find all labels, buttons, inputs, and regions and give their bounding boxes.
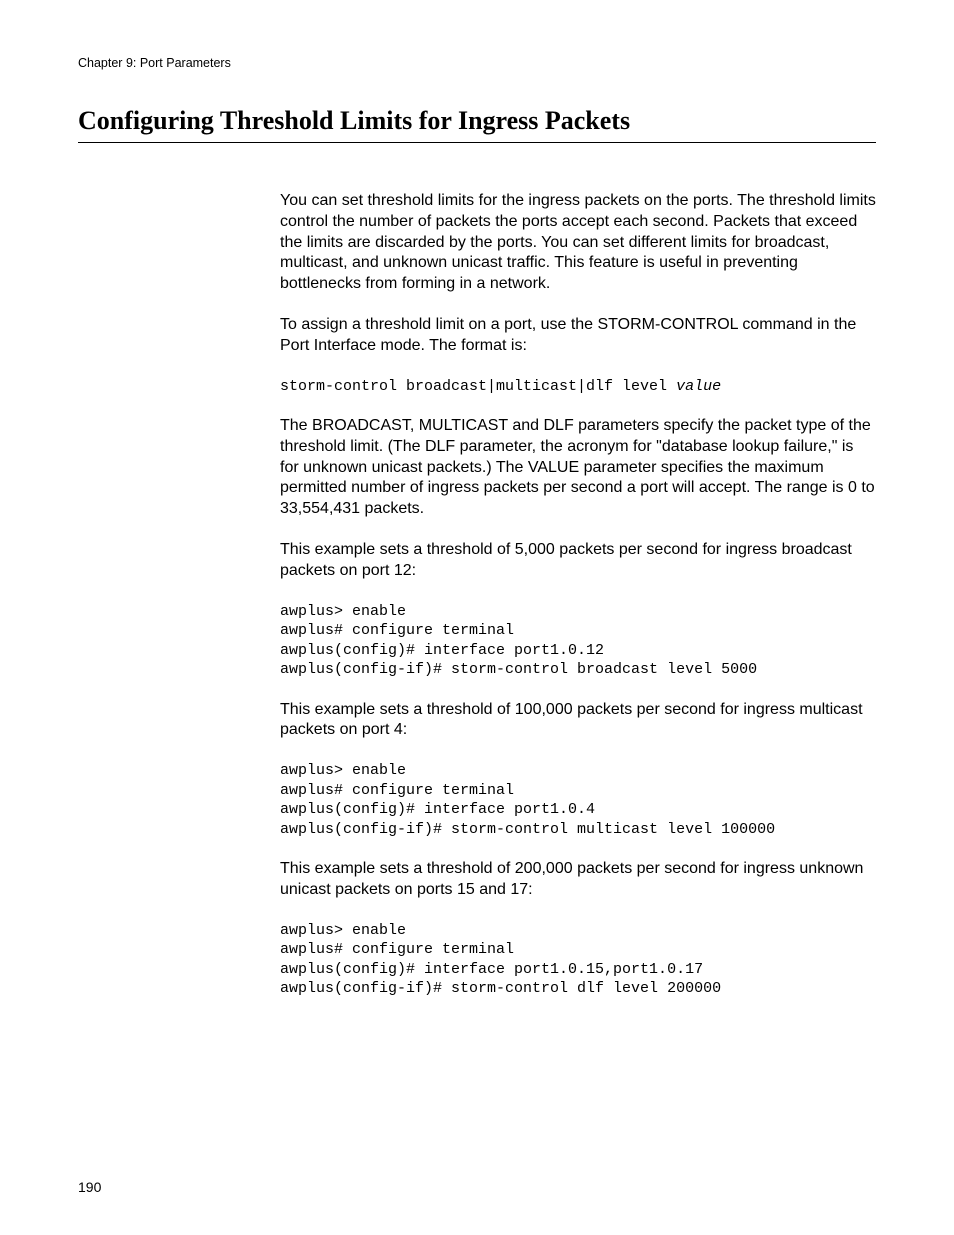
section-title: Configuring Threshold Limits for Ingress…	[78, 106, 876, 143]
example2-code: awplus> enable awplus# configure termina…	[280, 761, 876, 839]
body-content: You can set threshold limits for the ing…	[280, 191, 876, 999]
paragraph-usage: To assign a threshold limit on a port, u…	[280, 315, 876, 357]
syntax-fixed: storm-control broadcast|multicast|dlf le…	[280, 378, 676, 395]
syntax-line: storm-control broadcast|multicast|dlf le…	[280, 377, 876, 397]
example1-code: awplus> enable awplus# configure termina…	[280, 602, 876, 680]
syntax-value: value	[676, 378, 721, 395]
paragraph-example3-intro: This example sets a threshold of 200,000…	[280, 859, 876, 901]
example3-code: awplus> enable awplus# configure termina…	[280, 921, 876, 999]
paragraph-params: The BROADCAST, MULTICAST and DLF paramet…	[280, 416, 876, 520]
paragraph-intro: You can set threshold limits for the ing…	[280, 191, 876, 295]
page-number: 190	[78, 1179, 101, 1195]
chapter-header: Chapter 9: Port Parameters	[78, 56, 876, 70]
paragraph-example1-intro: This example sets a threshold of 5,000 p…	[280, 540, 876, 582]
paragraph-example2-intro: This example sets a threshold of 100,000…	[280, 700, 876, 742]
page-container: Chapter 9: Port Parameters Configuring T…	[0, 0, 954, 999]
